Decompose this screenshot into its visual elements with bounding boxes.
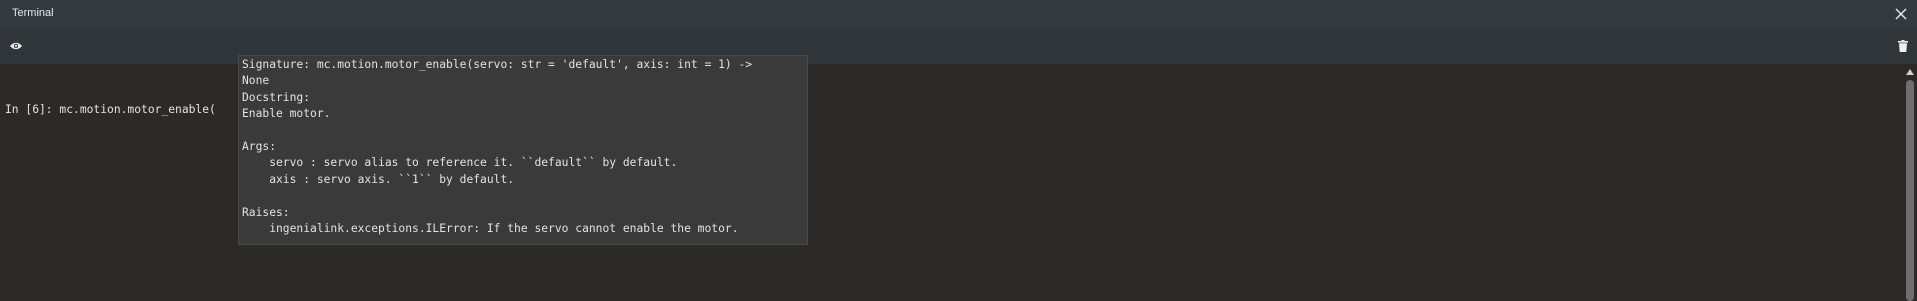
- clear-console-button[interactable]: [1895, 38, 1911, 54]
- signature-tooltip: Signature: mc.motion.motor_enable(servo:…: [238, 55, 808, 245]
- vertical-scrollbar[interactable]: [1903, 65, 1917, 301]
- tooltip-line: axis : servo axis. ``1`` by default.: [242, 172, 515, 186]
- eye-icon: [10, 42, 22, 50]
- tooltip-line: Args:: [242, 140, 277, 154]
- tooltip-line: Raises:: [242, 205, 290, 219]
- tooltip-line: None: [242, 74, 270, 88]
- view-toggle-button[interactable]: [8, 38, 24, 54]
- input-text: mc.motion.motor_enable(: [52, 103, 216, 116]
- tooltip-line: Signature: mc.motion.motor_enable(servo:…: [242, 58, 753, 71]
- scroll-up-arrow-icon[interactable]: [1906, 69, 1914, 75]
- close-button[interactable]: [1891, 4, 1911, 24]
- tooltip-line: ingenialink.exceptions.ILError: If the s…: [242, 222, 739, 236]
- tooltip-line: servo : servo alias to reference it. ``d…: [242, 156, 678, 170]
- input-prompt: In [6]:: [5, 103, 53, 116]
- scroll-thumb[interactable]: [1906, 80, 1914, 301]
- window-title: Terminal: [12, 7, 54, 19]
- tooltip-line: ​: [242, 123, 807, 139]
- trash-icon: [1898, 40, 1908, 52]
- console-input-line[interactable]: In [6]: mc.motion.motor_enable(: [5, 102, 216, 118]
- tooltip-line: Docstring:: [242, 90, 311, 104]
- tooltip-line: Enable motor.: [242, 107, 331, 121]
- title-bar: Terminal: [0, 0, 1917, 28]
- tooltip-line: ​: [242, 188, 807, 204]
- close-icon: [1895, 8, 1907, 20]
